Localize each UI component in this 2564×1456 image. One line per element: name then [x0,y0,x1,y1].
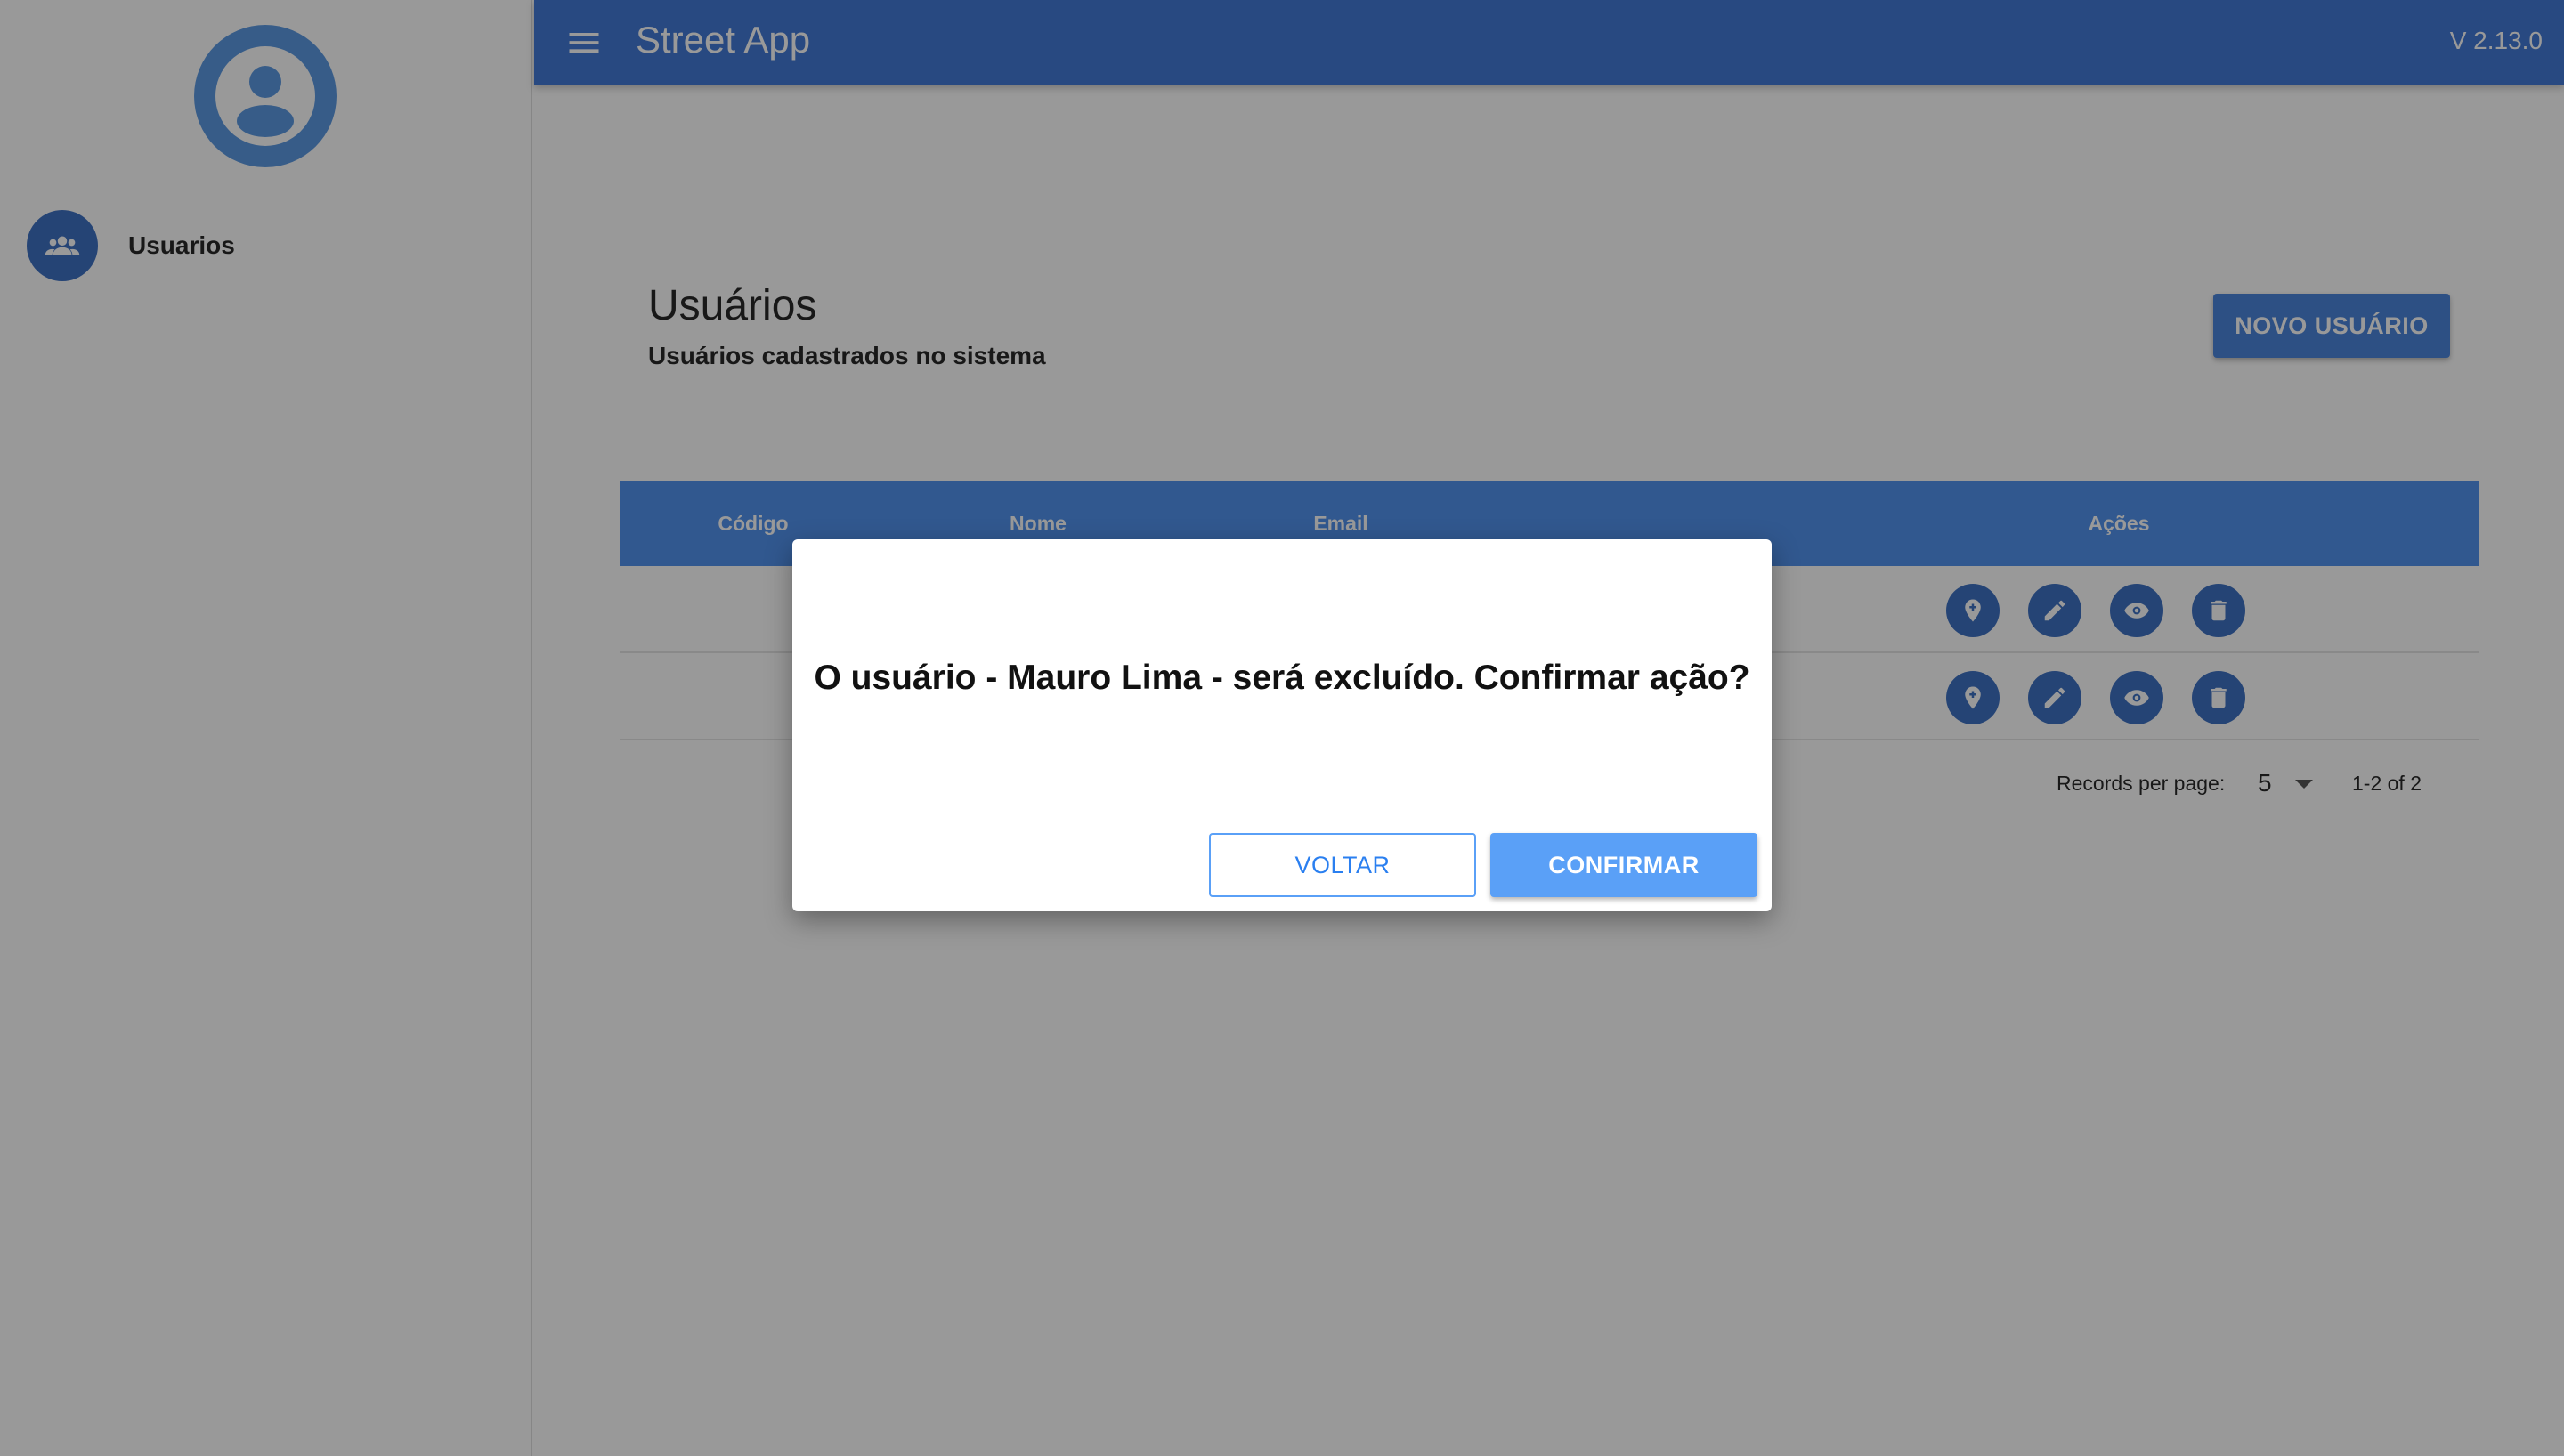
confirm-delete-dialog: O usuário - Mauro Lima - será excluído. … [792,539,1772,911]
dialog-message: O usuário - Mauro Lima - será excluído. … [814,659,1750,697]
confirm-button[interactable]: CONFIRMAR [1490,833,1757,897]
back-button[interactable]: VOLTAR [1209,833,1476,897]
